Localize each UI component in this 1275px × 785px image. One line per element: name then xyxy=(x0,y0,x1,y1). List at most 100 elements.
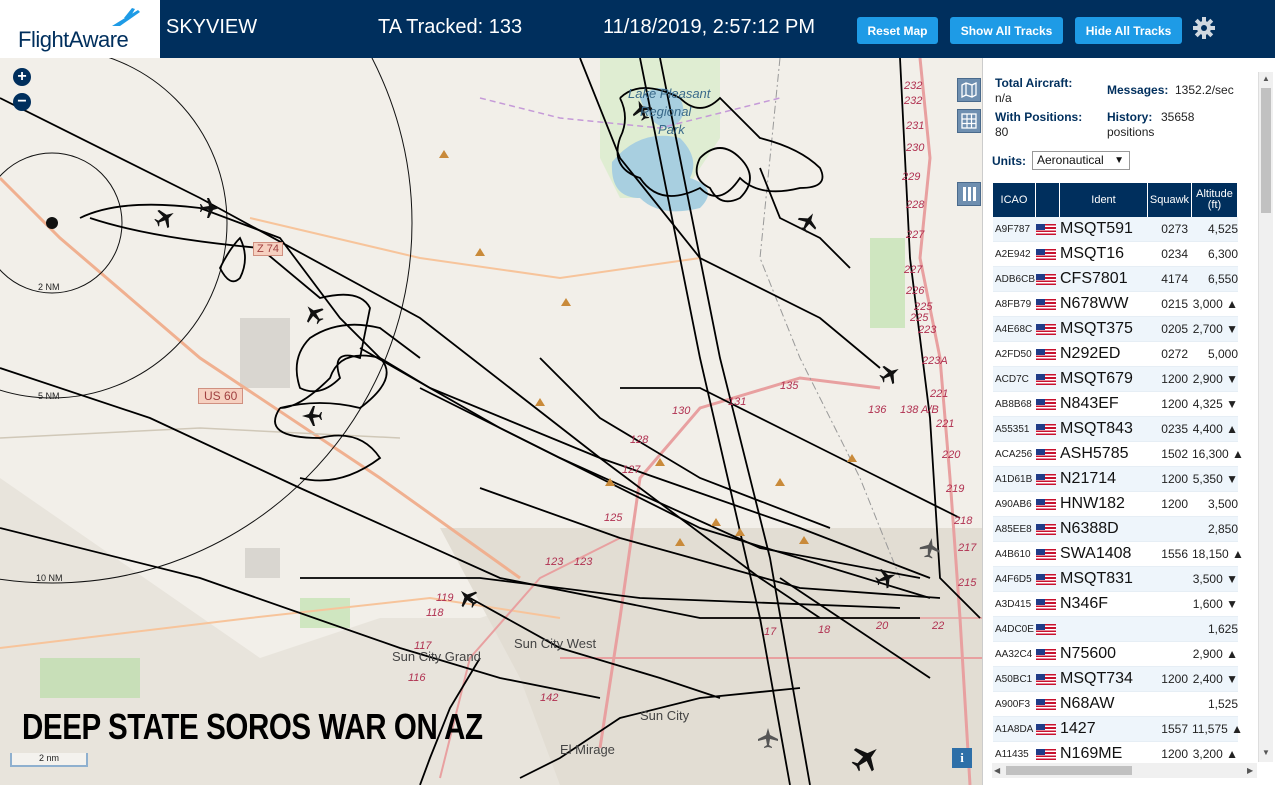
route-number: 18 xyxy=(818,624,831,636)
gear-icon[interactable] xyxy=(1192,16,1216,40)
altitude-cell: 5,350 ▼ xyxy=(1192,472,1238,486)
info-button[interactable]: i xyxy=(952,748,972,768)
sun-city-grand-label: Sun City Grand xyxy=(392,649,481,664)
map-layers-button[interactable] xyxy=(957,78,981,102)
table-row[interactable]: A3D415 N346F 1,600 ▼ xyxy=(993,592,1238,617)
route-number: 138 A/B xyxy=(900,404,939,416)
table-horizontal-scrollbar[interactable]: ◀ ▶ xyxy=(992,763,1257,778)
hide-all-tracks-button[interactable]: Hide All Tracks xyxy=(1075,17,1182,44)
scroll-up-icon[interactable]: ▲ xyxy=(1262,74,1270,83)
us-flag-icon xyxy=(1036,748,1060,760)
table-row[interactable]: A2E942 MSQT16 0234 6,300 xyxy=(993,242,1238,267)
map-canvas[interactable] xyxy=(0,58,982,785)
caret-down-icon: ▼ xyxy=(1114,155,1124,166)
icao-cell: A2FD50 xyxy=(995,348,1032,360)
tracked-count: TA Tracked: 133 xyxy=(378,16,523,38)
scroll-left-icon[interactable]: ◀ xyxy=(994,766,1000,775)
units-select[interactable]: Aeronautical ▼ xyxy=(1032,151,1130,170)
scroll-down-icon[interactable]: ▼ xyxy=(1262,748,1270,757)
route-number: 221 xyxy=(936,418,955,430)
table-row[interactable]: A55351 MSQT843 0235 4,400 ▲ xyxy=(993,417,1238,442)
table-row[interactable]: A8FB79 N678WW 0215 3,000 ▲ xyxy=(993,292,1238,317)
map-view[interactable]: Lake Pleasant Regional Park Sun City Gra… xyxy=(0,58,982,785)
skyview-app: FlightAware SKYVIEW TA Tracked: 133 11/1… xyxy=(0,0,1275,785)
altitude-cell: 2,850 xyxy=(1207,522,1238,536)
route-number: 232 xyxy=(904,95,923,107)
ident-cell: MSQT843 xyxy=(1060,420,1133,437)
icao-cell: AA32C4 xyxy=(995,648,1033,660)
table-row[interactable]: ADB6CB CFS7801 4174 6,550 xyxy=(993,267,1238,292)
columns-toggle-button[interactable] xyxy=(957,182,981,206)
altitude-cell: 3,000 ▲ xyxy=(1192,297,1238,311)
table-row[interactable]: A1A8DA 1427 1557 11,575 ▲ xyxy=(993,717,1243,742)
table-row[interactable]: A900F3 N68AW 1,525 xyxy=(993,692,1238,717)
sun-city-west-label: Sun City West xyxy=(514,636,597,651)
squawk-cell: 1557 xyxy=(1161,722,1188,736)
route-number: 221 xyxy=(930,388,949,400)
us-flag-icon xyxy=(1036,448,1060,460)
us-flag-icon xyxy=(1036,473,1060,485)
route-number: 117 xyxy=(414,640,432,652)
ident-cell: N68AW xyxy=(1060,695,1115,712)
altitude-cell: 1,600 ▼ xyxy=(1192,597,1238,611)
altitude-cell: 1,625 xyxy=(1207,622,1238,636)
messages-value: 1352.2/sec xyxy=(1175,83,1234,97)
route-number: 123 xyxy=(574,556,593,568)
col-icao[interactable]: ICAO xyxy=(993,183,1036,217)
zoom-out-button[interactable]: − xyxy=(13,93,31,111)
table-row[interactable]: A85EE8 N6388D 2,850 xyxy=(993,517,1238,542)
squawk-cell: 1200 xyxy=(1161,372,1188,386)
table-row[interactable]: ACD7C MSQT679 1200 2,900 ▼ xyxy=(993,367,1238,392)
us-flag-icon xyxy=(1036,623,1060,635)
altitude-cell: 2,900 ▲ xyxy=(1192,647,1238,661)
icao-cell: A3D415 xyxy=(995,598,1032,610)
messages-label: Messages: xyxy=(1107,83,1169,97)
route-number: 127 xyxy=(622,464,641,476)
ring-label-2nm: 2 NM xyxy=(38,282,60,292)
table-vertical-scrollbar[interactable]: ▲ ▼ xyxy=(1258,72,1273,762)
total-aircraft-label: Total Aircraft: xyxy=(995,76,1073,90)
route-number: 22 xyxy=(932,620,945,632)
ident-cell: 1427 xyxy=(1060,720,1096,737)
us60-shield: US 60 xyxy=(198,388,244,404)
show-all-tracks-button[interactable]: Show All Tracks xyxy=(950,17,1063,44)
table-row[interactable]: A4F6D5 MSQT831 3,500 ▼ xyxy=(993,567,1238,592)
reset-map-button[interactable]: Reset Map xyxy=(857,17,938,44)
route-number: 229 xyxy=(902,171,921,183)
table-row[interactable]: AB8B68 N843EF 1200 4,325 ▼ xyxy=(993,392,1238,417)
ident-cell: N292ED xyxy=(1060,345,1121,362)
col-ident[interactable]: Ident xyxy=(1060,183,1148,217)
col-altitude[interactable]: Altitude (ft) xyxy=(1192,183,1238,217)
receiver-marker xyxy=(46,217,58,229)
table-row[interactable]: ACA256 ASH5785 1502 16,300 ▲ xyxy=(993,442,1244,467)
table-row[interactable]: A1D61B N21714 1200 5,350 ▼ xyxy=(993,467,1238,492)
aircraft-table: A9F787 MSQT591 0273 4,525 A2E942 MSQT16 0234 6… xyxy=(993,217,1244,767)
logo[interactable]: FlightAware xyxy=(0,0,160,58)
table-row[interactable]: A2FD50 N292ED 0272 5,000 xyxy=(993,342,1238,367)
squawk-cell: 0215 xyxy=(1161,297,1188,311)
us-flag-icon xyxy=(1036,548,1060,560)
table-row[interactable]: A90AB6 HNW182 1200 3,500 xyxy=(993,492,1238,517)
table-row[interactable]: A4B610 SWA1408 1556 18,150 ▲ xyxy=(993,542,1244,567)
us-flag-icon xyxy=(1036,673,1060,685)
ident-cell: MSQT16 xyxy=(1060,245,1125,262)
col-flag[interactable] xyxy=(1036,183,1060,217)
squawk-cell: 1200 xyxy=(1161,672,1188,686)
route-number: 228 xyxy=(906,199,925,211)
table-row[interactable]: AA32C4 N75600 2,900 ▲ xyxy=(993,642,1238,667)
icao-cell: A4F6D5 xyxy=(995,573,1032,585)
table-row[interactable]: A9F787 MSQT591 0273 4,525 xyxy=(993,217,1238,242)
table-row[interactable]: A50BC1 MSQT734 1200 2,400 ▼ xyxy=(993,667,1238,692)
ring-label-10nm: 10 NM xyxy=(36,573,63,583)
scrollbar-thumb[interactable] xyxy=(1006,766,1132,775)
ident-cell: N21714 xyxy=(1060,470,1117,487)
scrollbar-thumb[interactable] xyxy=(1261,88,1271,213)
zoom-in-button[interactable]: + xyxy=(13,68,31,86)
col-squawk[interactable]: Squawk xyxy=(1148,183,1192,217)
grid-toggle-button[interactable] xyxy=(957,109,981,133)
table-row[interactable]: A4DC0E 1,625 xyxy=(993,617,1238,642)
history-label: History: xyxy=(1107,110,1153,124)
route-number: 131 xyxy=(728,396,747,408)
scroll-right-icon[interactable]: ▶ xyxy=(1247,766,1253,775)
table-row[interactable]: A4E68C MSQT375 0205 2,700 ▼ xyxy=(993,317,1238,342)
